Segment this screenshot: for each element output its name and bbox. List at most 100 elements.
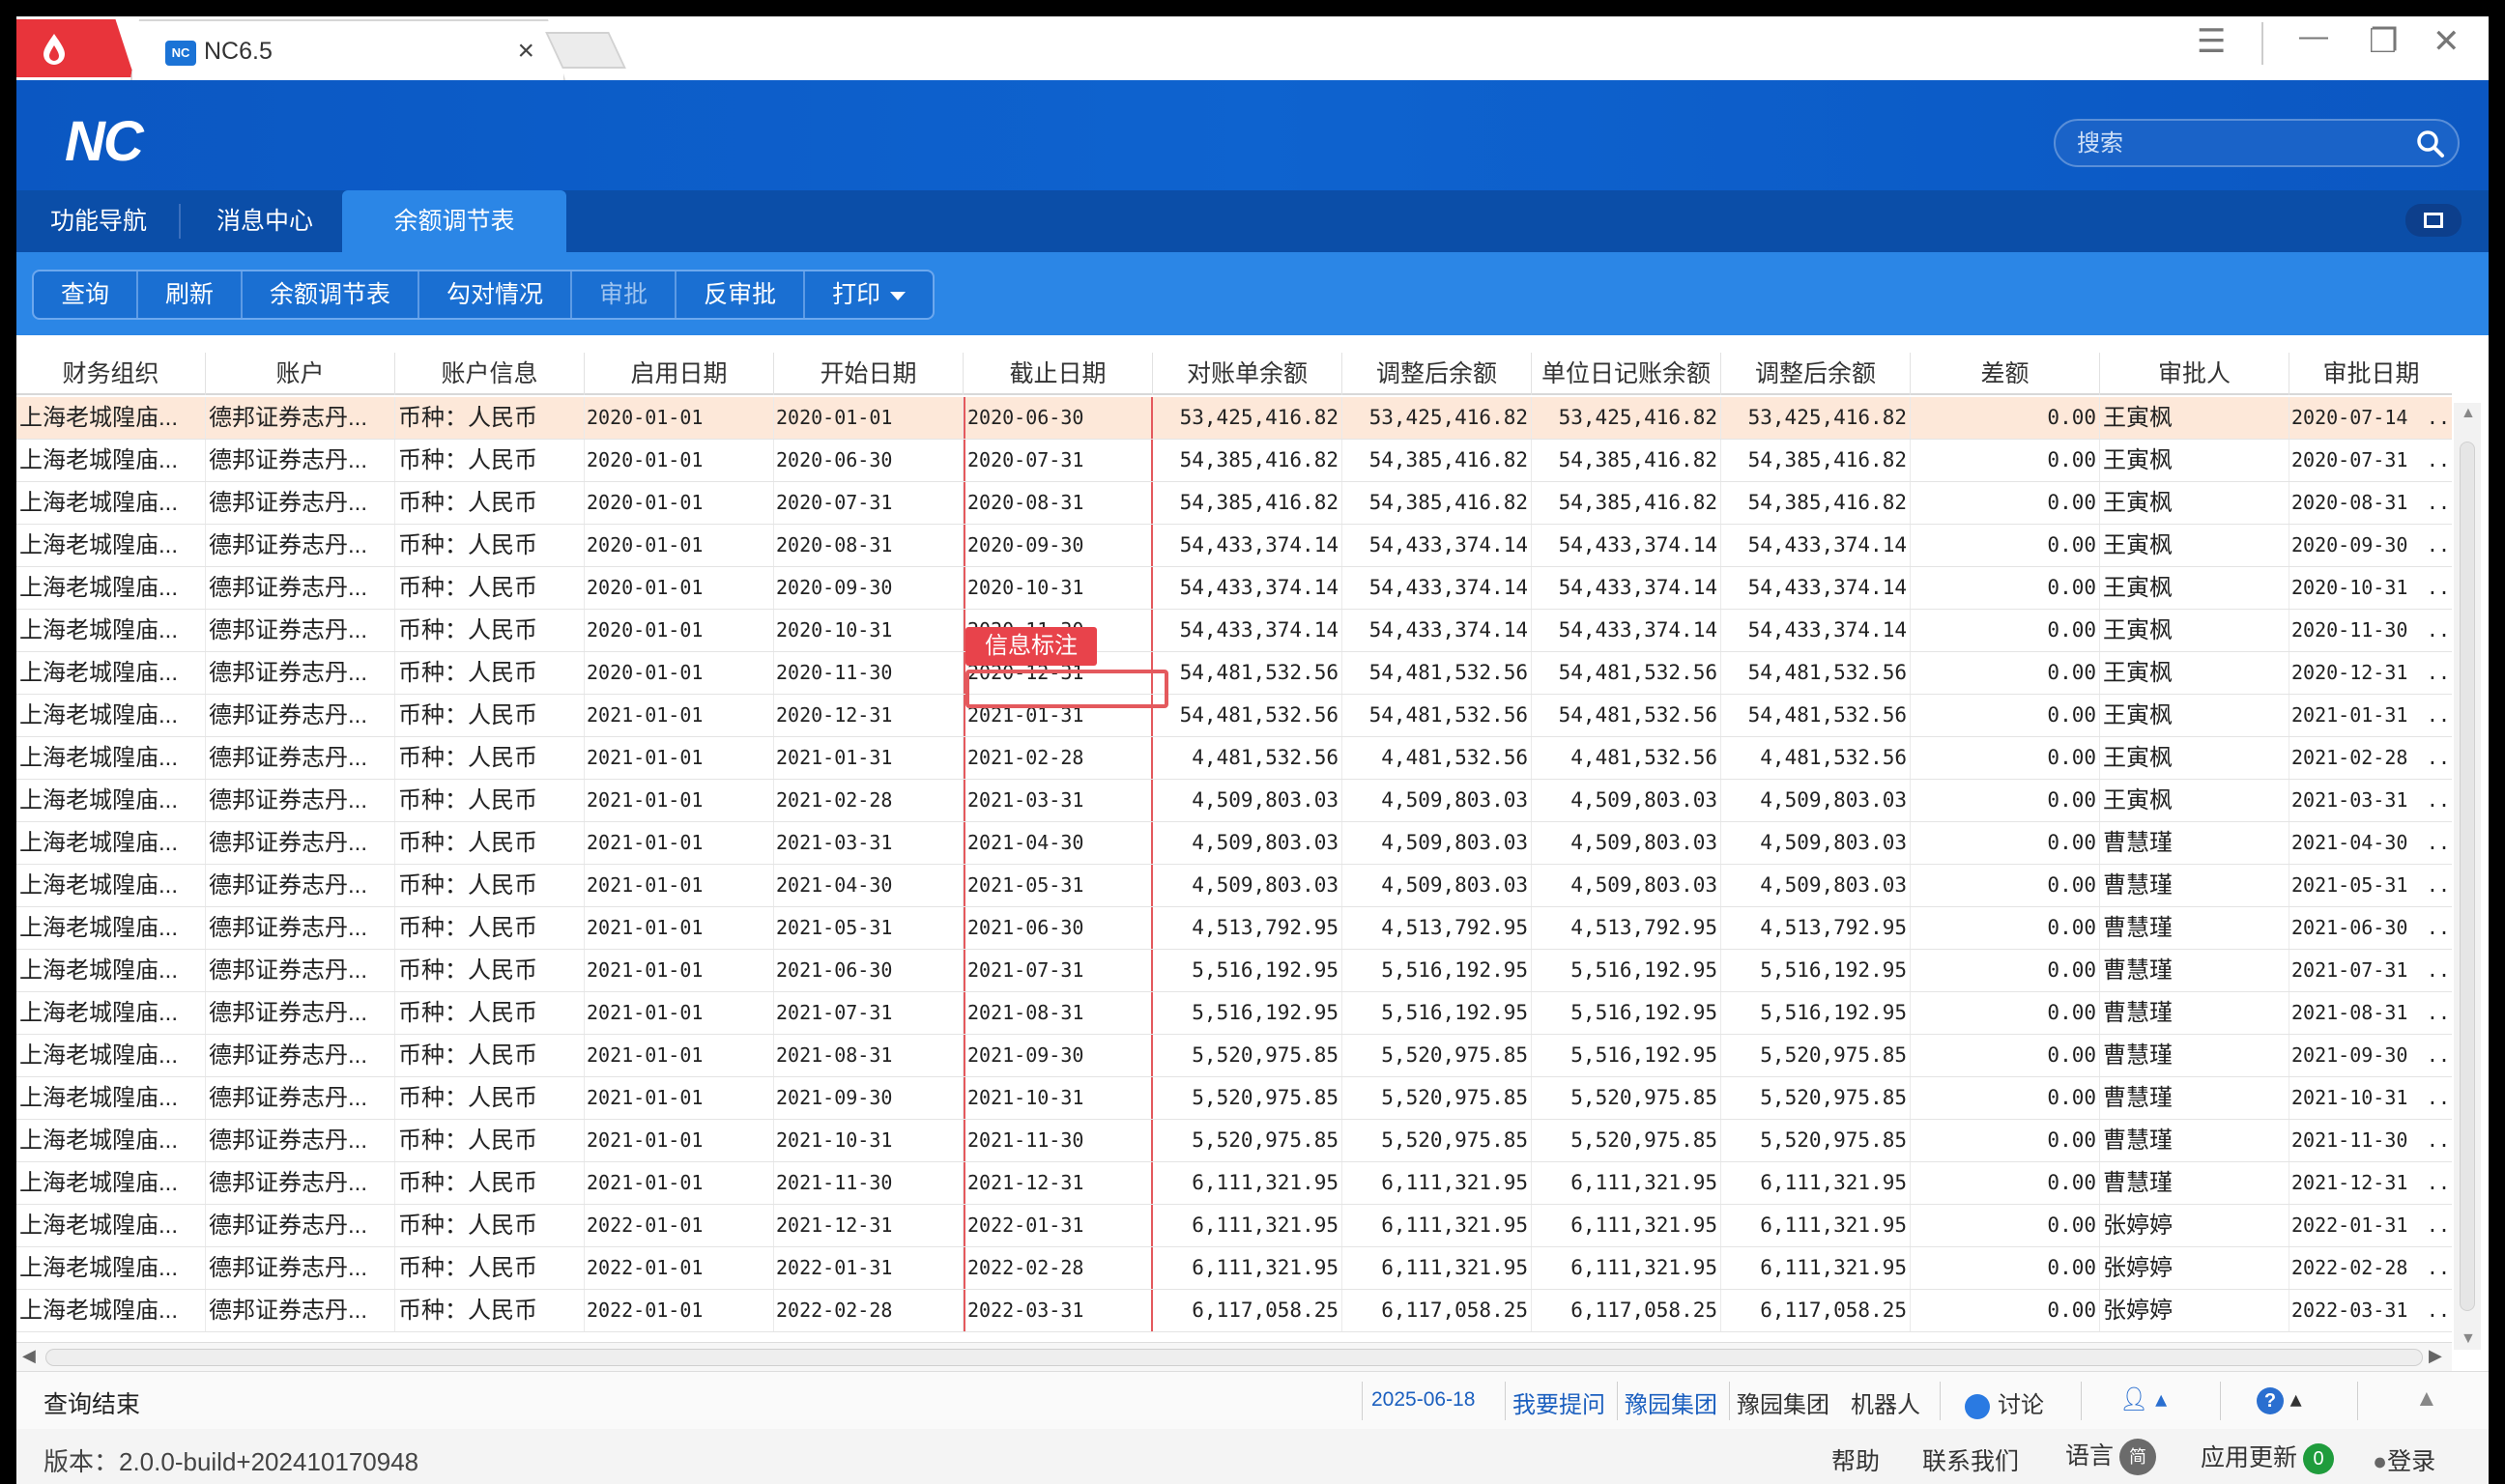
table-row[interactable]: 上海老城隍庙... 德邦证券志丹... 币种：人民币 2021-01-01 2021-0… xyxy=(16,780,2452,822)
cell-approver[interactable]: 曹慧瑾 xyxy=(2100,907,2289,949)
cell-statement-balance[interactable]: 5,520,975.85 xyxy=(1153,1035,1342,1076)
cell-statement-balance[interactable]: 4,509,803.03 xyxy=(1153,822,1342,864)
cell-account-info[interactable]: 币种：人民币 xyxy=(395,907,585,949)
table-row[interactable]: 上海老城隍庙... 德邦证券志丹... 币种：人民币 2021-01-01 2021-0… xyxy=(16,1077,2452,1120)
cell-finance-org[interactable]: 上海老城隍庙... xyxy=(16,397,206,439)
cell-adjusted-balance[interactable]: 54,481,532.56 xyxy=(1342,652,1532,694)
cell-account-info[interactable]: 币种：人民币 xyxy=(395,652,585,694)
cell-journal-balance[interactable]: 54,385,416.82 xyxy=(1532,440,1721,481)
cell-approval-date[interactable]: 2021-04-30.. xyxy=(2289,822,2452,864)
cell-approval-date[interactable]: 2021-09-30.. xyxy=(2289,1035,2452,1076)
cell-adjusted-balance[interactable]: 5,520,975.85 xyxy=(1342,1077,1532,1119)
cell-difference[interactable]: 0.00 xyxy=(1911,695,2100,736)
cell-account[interactable]: 德邦证券志丹... xyxy=(206,1035,395,1076)
cell-start-date[interactable]: 2021-02-28 xyxy=(774,780,964,821)
cell-finance-org[interactable]: 上海老城隍庙... xyxy=(16,1035,206,1076)
scroll-left-icon[interactable]: ◀ xyxy=(22,1346,36,1366)
column-header[interactable]: 审批人 xyxy=(2100,353,2289,395)
cell-difference[interactable]: 0.00 xyxy=(1911,1247,2100,1289)
cell-account-info[interactable]: 币种：人民币 xyxy=(395,1205,585,1246)
cell-account-info[interactable]: 币种：人民币 xyxy=(395,567,585,609)
cell-approval-date[interactable]: 2020-11-30.. xyxy=(2289,610,2452,651)
cell-adjusted-balance-2[interactable]: 54,433,374.14 xyxy=(1721,567,1911,609)
cell-difference[interactable]: 0.00 xyxy=(1911,1035,2100,1076)
cell-finance-org[interactable]: 上海老城隍庙... xyxy=(16,822,206,864)
cell-end-date[interactable]: 2021-08-31 xyxy=(964,992,1153,1034)
query-button[interactable]: 查询 xyxy=(34,271,139,318)
cell-difference[interactable]: 0.00 xyxy=(1911,1162,2100,1204)
cell-adjusted-balance[interactable]: 54,433,374.14 xyxy=(1342,610,1532,651)
tab-balance-reconciliation[interactable]: 余额调节表 xyxy=(342,190,566,252)
cell-adjusted-balance-2[interactable]: 54,481,532.56 xyxy=(1721,695,1911,736)
cell-approver[interactable]: 王寅枫 xyxy=(2100,780,2289,821)
cell-finance-org[interactable]: 上海老城隍庙... xyxy=(16,1290,206,1331)
cell-adjusted-balance-2[interactable]: 4,509,803.03 xyxy=(1721,780,1911,821)
cell-adjusted-balance[interactable]: 6,111,321.95 xyxy=(1342,1162,1532,1204)
cell-account[interactable]: 德邦证券志丹... xyxy=(206,525,395,566)
cell-account-info[interactable]: 币种：人民币 xyxy=(395,865,585,906)
cell-statement-balance[interactable]: 6,111,321.95 xyxy=(1153,1247,1342,1289)
cell-account-info[interactable]: 币种：人民币 xyxy=(395,1035,585,1076)
cell-end-date[interactable]: 2021-04-30 xyxy=(964,822,1153,864)
close-tab-icon[interactable]: × xyxy=(517,35,534,68)
cell-statement-balance[interactable]: 5,516,192.95 xyxy=(1153,950,1342,991)
cell-difference[interactable]: 0.00 xyxy=(1911,1290,2100,1331)
cell-difference[interactable]: 0.00 xyxy=(1911,397,2100,439)
cell-account[interactable]: 德邦证券志丹... xyxy=(206,482,395,524)
discuss-button[interactable]: 讨论 xyxy=(1965,1385,2044,1419)
cell-statement-balance[interactable]: 4,513,792.95 xyxy=(1153,907,1342,949)
cell-finance-org[interactable]: 上海老城隍庙... xyxy=(16,1162,206,1204)
cell-account-info[interactable]: 币种：人民币 xyxy=(395,610,585,651)
cell-approval-date[interactable]: 2020-08-31.. xyxy=(2289,482,2452,524)
cell-difference[interactable]: 0.00 xyxy=(1911,652,2100,694)
cell-finance-org[interactable]: 上海老城隍庙... xyxy=(16,1247,206,1289)
cell-finance-org[interactable]: 上海老城隍庙... xyxy=(16,567,206,609)
cell-start-date[interactable]: 2021-11-30 xyxy=(774,1162,964,1204)
cell-enable-date[interactable]: 2021-01-01 xyxy=(585,865,774,906)
cell-start-date[interactable]: 2020-12-31 xyxy=(774,695,964,736)
cell-approval-date[interactable]: 2020-12-31.. xyxy=(2289,652,2452,694)
cell-end-date[interactable]: 2022-01-31 xyxy=(964,1205,1153,1246)
cell-enable-date[interactable]: 2021-01-01 xyxy=(585,992,774,1034)
table-row[interactable]: 上海老城隍庙... 德邦证券志丹... 币种：人民币 2020-01-01 2020-1… xyxy=(16,610,2452,652)
cell-difference[interactable]: 0.00 xyxy=(1911,482,2100,524)
minimize-icon[interactable]: — xyxy=(2299,20,2328,53)
cell-adjusted-balance-2[interactable]: 5,520,975.85 xyxy=(1721,1077,1911,1119)
cell-adjusted-balance-2[interactable]: 6,111,321.95 xyxy=(1721,1162,1911,1204)
cell-account[interactable]: 德邦证券志丹... xyxy=(206,822,395,864)
cell-account[interactable]: 德邦证券志丹... xyxy=(206,1077,395,1119)
cell-statement-balance[interactable]: 4,509,803.03 xyxy=(1153,780,1342,821)
approve-button[interactable]: 审批 xyxy=(572,271,677,318)
cell-journal-balance[interactable]: 6,111,321.95 xyxy=(1532,1162,1721,1204)
help-menu-icon[interactable]: ? ▴ xyxy=(2257,1385,2302,1414)
cell-finance-org[interactable]: 上海老城隍庙... xyxy=(16,865,206,906)
cell-adjusted-balance-2[interactable]: 6,111,321.95 xyxy=(1721,1247,1911,1289)
horizontal-scrollbar[interactable]: ◀ ▶ xyxy=(16,1342,2452,1371)
cell-statement-balance[interactable]: 54,385,416.82 xyxy=(1153,440,1342,481)
cell-statement-balance[interactable]: 5,516,192.95 xyxy=(1153,992,1342,1034)
cell-journal-balance[interactable]: 4,509,803.03 xyxy=(1532,822,1721,864)
cell-approver[interactable]: 王寅枫 xyxy=(2100,695,2289,736)
cell-start-date[interactable]: 2021-01-31 xyxy=(774,737,964,779)
cell-end-date[interactable]: 2021-11-30 xyxy=(964,1120,1153,1161)
cell-statement-balance[interactable]: 6,117,058.25 xyxy=(1153,1290,1342,1331)
cell-enable-date[interactable]: 2021-01-01 xyxy=(585,1077,774,1119)
cell-account-info[interactable]: 币种：人民币 xyxy=(395,1247,585,1289)
cell-enable-date[interactable]: 2022-01-01 xyxy=(585,1247,774,1289)
cell-account[interactable]: 德邦证券志丹... xyxy=(206,652,395,694)
cell-start-date[interactable]: 2021-05-31 xyxy=(774,907,964,949)
cell-adjusted-balance[interactable]: 4,509,803.03 xyxy=(1342,780,1532,821)
cell-approval-date[interactable]: 2021-03-31.. xyxy=(2289,780,2452,821)
balance-reconciliation-button[interactable]: 余额调节表 xyxy=(243,271,420,318)
cell-end-date[interactable]: 2021-06-30 xyxy=(964,907,1153,949)
cell-start-date[interactable]: 2021-09-30 xyxy=(774,1077,964,1119)
cell-approval-date[interactable]: 2021-05-31.. xyxy=(2289,865,2452,906)
cell-adjusted-balance[interactable]: 6,111,321.95 xyxy=(1342,1247,1532,1289)
cell-end-date[interactable]: 2021-05-31 xyxy=(964,865,1153,906)
column-header[interactable]: 开始日期 xyxy=(774,353,964,395)
maximize-panel-button[interactable] xyxy=(2405,204,2462,237)
cell-finance-org[interactable]: 上海老城隍庙... xyxy=(16,992,206,1034)
cell-difference[interactable]: 0.00 xyxy=(1911,1077,2100,1119)
cell-start-date[interactable]: 2021-04-30 xyxy=(774,865,964,906)
cell-statement-balance[interactable]: 4,509,803.03 xyxy=(1153,865,1342,906)
